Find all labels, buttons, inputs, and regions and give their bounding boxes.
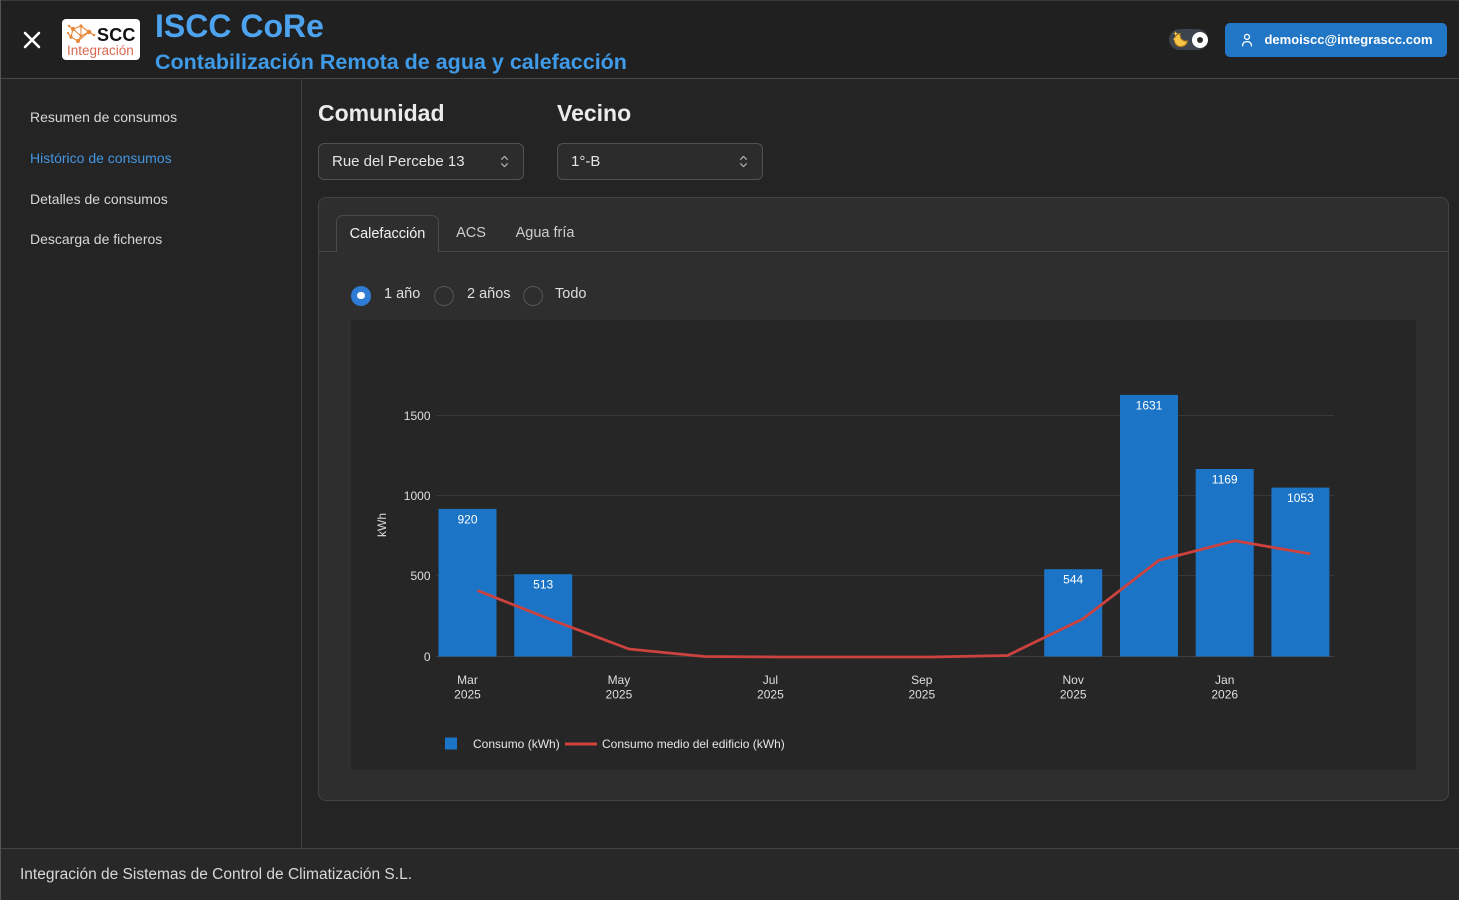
svg-text:0: 0 bbox=[424, 650, 431, 664]
svg-text:2025: 2025 bbox=[1060, 687, 1087, 701]
svg-text:513: 513 bbox=[533, 578, 553, 592]
svg-text:1500: 1500 bbox=[404, 409, 431, 423]
svg-text:1169: 1169 bbox=[1212, 473, 1238, 487]
svg-text:Consumo medio del edificio (kW: Consumo medio del edificio (kWh) bbox=[602, 737, 785, 751]
svg-text:1053: 1053 bbox=[1287, 491, 1314, 505]
svg-text:1000: 1000 bbox=[404, 489, 431, 503]
svg-text:920: 920 bbox=[457, 512, 477, 526]
svg-text:2025: 2025 bbox=[908, 687, 935, 701]
svg-text:kWh: kWh bbox=[375, 513, 389, 537]
svg-text:May: May bbox=[608, 673, 631, 687]
svg-text:Sep: Sep bbox=[911, 673, 933, 687]
svg-text:Jan: Jan bbox=[1215, 673, 1234, 687]
svg-text:2025: 2025 bbox=[454, 687, 481, 701]
svg-text:Nov: Nov bbox=[1063, 673, 1084, 687]
svg-text:Jul: Jul bbox=[763, 673, 778, 687]
svg-text:2025: 2025 bbox=[606, 687, 633, 701]
svg-text:500: 500 bbox=[410, 569, 430, 583]
svg-text:Consumo (kWh): Consumo (kWh) bbox=[473, 737, 560, 751]
svg-text:1631: 1631 bbox=[1136, 398, 1163, 412]
svg-text:2026: 2026 bbox=[1211, 687, 1238, 701]
svg-text:2025: 2025 bbox=[757, 687, 784, 701]
svg-text:544: 544 bbox=[1063, 573, 1083, 587]
svg-text:Mar: Mar bbox=[457, 673, 478, 687]
